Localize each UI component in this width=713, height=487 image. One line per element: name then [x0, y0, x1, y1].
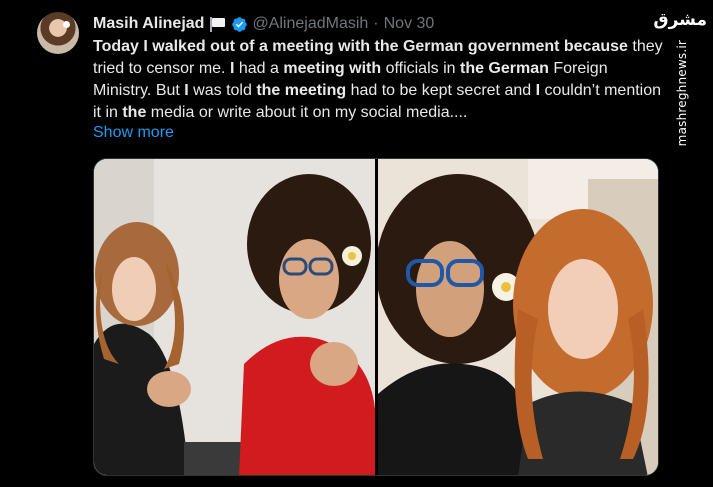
- white-flag-icon: [209, 16, 226, 32]
- tweet-text-bold: the meeting: [256, 82, 347, 99]
- show-more-link[interactable]: Show more: [93, 124, 174, 142]
- tweet-text-span: had a: [234, 60, 284, 77]
- tweet-text-bold: the: [122, 104, 147, 121]
- verified-badge-icon: [232, 16, 248, 32]
- tweet-header: Masih Alinejad @AlinejadMasih · Nov 30: [93, 13, 434, 35]
- flower-decoration: [63, 21, 70, 28]
- meeting-photo[interactable]: [94, 159, 375, 475]
- tweet-date[interactable]: Nov 30: [384, 15, 435, 33]
- tweet-text-bold: meeting with: [283, 60, 382, 77]
- tweet-text-bold: Today I walked out of a meeting with the…: [93, 38, 628, 55]
- selfie-photo-illustration: [378, 159, 658, 475]
- separator-dot: ·: [373, 15, 379, 32]
- meeting-photo-illustration: [94, 159, 375, 475]
- selfie-photo[interactable]: [378, 159, 658, 475]
- author-name[interactable]: Masih Alinejad: [93, 15, 204, 33]
- tweet-media[interactable]: [93, 158, 659, 476]
- tweet-text-span: was told: [188, 82, 257, 99]
- watermark-url: mashreghnews.ir: [675, 40, 689, 147]
- tweet-text-span: had to be kept secret and: [346, 82, 536, 99]
- watermark-logo: مشرق: [653, 10, 707, 30]
- tweet-text-span: officials in: [381, 60, 460, 77]
- avatar[interactable]: [37, 12, 79, 54]
- tweet-text-span: media or write about it on my social med…: [146, 104, 468, 121]
- watermark: مشرق mashreghnews.ir: [653, 10, 707, 146]
- author-handle[interactable]: @AlinejadMasih: [252, 15, 368, 33]
- tweet-text-bold: the German: [459, 60, 549, 77]
- tweet-text: Today I walked out of a meeting with the…: [93, 36, 663, 124]
